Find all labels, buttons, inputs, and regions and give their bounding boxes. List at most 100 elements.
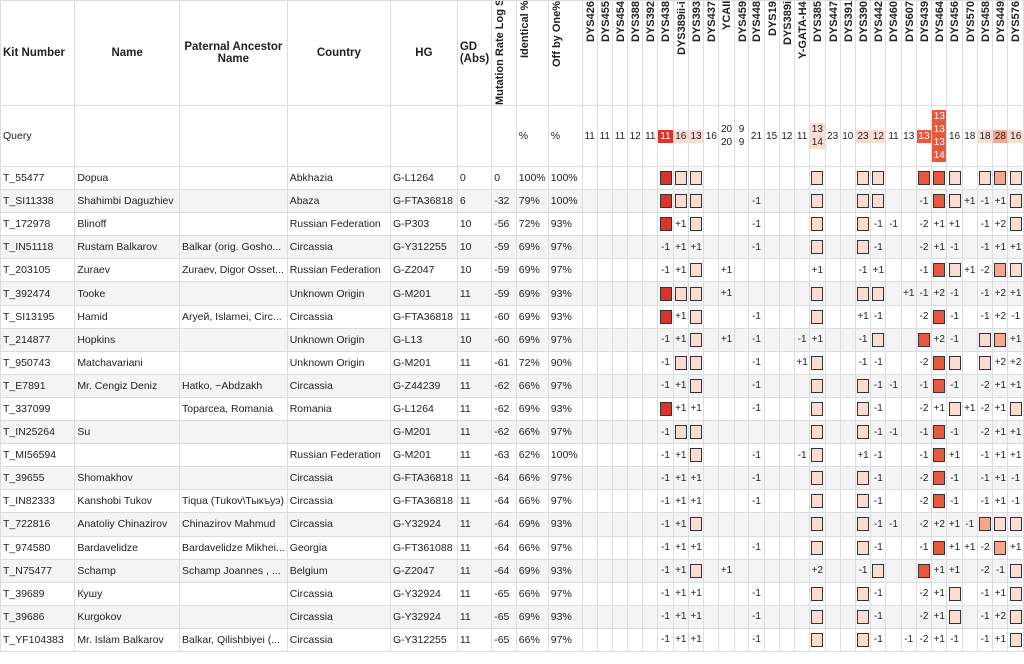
col-header-marker[interactable]: DYS456 [946,0,963,106]
marker-diff-cell [885,350,902,375]
result-row[interactable]: T_974580 Bardavelidze Bardavelidze Mikhei.… [0,535,1024,560]
col-header-marker[interactable]: Y-GATA-H4 [793,0,811,106]
hg-cell: G-P303 [390,212,458,237]
col-header-marker[interactable]: DYS392 [642,0,659,106]
result-row[interactable]: T_39655 Shomakhov Circassia G-FTA36818 11 -64… [0,466,1024,491]
marker-diff-cell: -1 [976,212,994,237]
col-header-marker[interactable]: DYS438 [657,0,674,106]
query-marker-value: 12 [627,105,644,167]
col-header-marker[interactable]: DYS448 [748,0,765,106]
result-row[interactable]: T_337099 Toparcea, Romania Romania G-L1264 1… [0,396,1024,422]
marker-diff-cell [854,627,872,652]
col-header-marker[interactable]: DYS389i [778,0,795,106]
result-row[interactable]: T_950743 Matchavariani Unknown Origin G-M20… [0,350,1024,375]
col-header-marker[interactable]: DYS455 [596,0,613,106]
result-row[interactable]: T_392474 Tooke Unknown Origin G-M201 11 -59 69… [0,281,1024,306]
result-row[interactable]: T_IN51118 Rustam Balkarov Balkar (orig. Go… [0,235,1024,260]
col-header-marker[interactable]: DYS389ii-i [672,0,689,106]
kit-number-cell: T_337099 [0,396,76,422]
col-header-marker[interactable]: DYS391 [839,0,856,106]
col-header-marker[interactable]: DYS447 [824,0,841,106]
marker-diff-cell [581,350,598,375]
marker-diff-cell [642,235,659,260]
col-header-hg[interactable]: HG [390,0,458,106]
gd-cell: 10 [456,258,493,283]
col-header-country[interactable]: Country [286,0,392,106]
result-row[interactable]: T_214877 Hopkins Unknown Origin G-L13 10 -60 6… [0,327,1024,352]
result-row[interactable]: T_722816 Anatoliy Chinazirov Chinazirov Ma… [0,512,1024,537]
col-header-marker[interactable]: DYS460 [885,0,902,106]
gd-cell: 10 [456,235,493,260]
col-header-kit-number[interactable]: Kit Number [0,0,76,106]
marker-diff-cell [657,304,674,329]
marker-diff-cell [703,189,720,214]
marker-diff-cell [839,466,856,491]
result-row[interactable]: T_39686 Kurgokov Circassia G-Y32924 11 -65 69%… [0,604,1024,629]
marker-diff-cell [718,235,735,260]
col-header-marker[interactable]: DYS607 [900,0,917,106]
match-box [811,632,824,647]
marker-diff-cell [763,558,780,583]
marker-diff-cell [687,350,705,375]
marker-diff-cell [748,512,765,537]
col-header-off-by-one[interactable]: Off by One% [547,0,583,106]
col-header-marker[interactable]: DYS426 [581,0,598,106]
marker-diff-cell [763,396,780,422]
match-box [917,171,930,186]
col-header-mutation-rate[interactable]: Mutation Rate Log Sum [491,0,517,106]
col-header-marker[interactable]: DYS437 [703,0,720,106]
country-cell: Romania [286,396,392,422]
result-row[interactable]: T_YF104383 Mr. Islam Balkarov Balkar, Qili… [0,627,1024,652]
marker-diff-cell [748,558,765,583]
col-header-marker[interactable]: DYS458 [976,0,994,106]
col-header-marker[interactable]: DYS570 [961,0,978,106]
country-cell [286,420,392,445]
result-row[interactable]: T_E7891 Mr. Cengiz Deniz Hatko, ~Abdzakh Ci… [0,373,1024,398]
marker-diff-cell [627,581,644,606]
col-header-marker[interactable]: DYS442 [870,0,887,106]
result-row[interactable]: T_39689 Кушу Circassia G-Y32924 11 -65 66% 97% -… [0,581,1024,606]
marker-diff-cell: +1 [718,258,735,283]
col-header-marker[interactable]: DYS449 [992,0,1009,106]
marker-diff-cell [793,396,811,422]
result-row[interactable]: T_172978 Blinoff Russian Federation G-P303 1… [0,212,1024,237]
result-row[interactable]: T_MI56594 Russian Federation G-M201 11 -63 62… [0,443,1024,468]
col-header-identical[interactable]: Identical % [515,0,549,106]
match-box [1009,586,1022,601]
result-row[interactable]: T_SI13195 Hamid Аrуей, Islamei, Circ... Cir… [0,304,1024,329]
result-row[interactable]: T_IN82333 Kanshobi Tukov Tiqua (Tukov\Тыкъ… [0,489,1024,514]
col-header-marker[interactable]: DYS454 [611,0,629,106]
marker-diff-cell: -1 [976,581,994,606]
hg-cell: G-FT361088 [390,535,458,560]
col-header-paternal-ancestor[interactable]: Paternal Ancestor Name [178,0,288,106]
mutation-rate-cell: -63 [491,443,517,468]
result-row[interactable]: T_IN25264 Su G-M201 11 -62 66% 97% -1 -1 -1 -1 -1 -2… [0,420,1024,445]
col-header-gd[interactable]: GD (Abs) [456,0,493,106]
col-header-marker[interactable]: DYS393 [687,0,705,106]
marker-diff-cell [642,373,659,398]
marker-diff-cell [581,212,598,237]
match-box [690,171,703,186]
col-header-marker[interactable]: DYS19 [763,0,780,106]
marker-diff-cell [642,466,659,491]
col-header-marker[interactable]: DYS464 [931,0,948,106]
col-header-marker[interactable]: DYS390 [854,0,872,106]
col-header-marker[interactable]: DYS576 [1007,0,1024,106]
col-header-marker[interactable]: YCAII [718,0,735,106]
col-header-marker[interactable]: DYS388 [627,0,644,106]
result-row[interactable]: T_55477 Dopua Abkhazia G-L1264 0 0 100% 100% [0,165,1024,191]
result-row[interactable]: T_203105 Zuraev Zuraev, Digor Osset... Russ… [0,258,1024,283]
col-header-marker[interactable]: DYS439 [915,0,933,106]
col-header-name[interactable]: Name [74,0,180,106]
query-empty-cell [178,105,288,167]
result-row[interactable]: T_SI11338 Shahimbi Daguzhiev Abaza G-FTA368… [0,189,1024,214]
result-row[interactable]: T_N75477 Schamp Schamp Joannes , ... Belgiu… [0,558,1024,583]
ancestor-cell [178,165,288,191]
marker-diff-cell [763,189,780,214]
marker-diff-cell: -1 [870,466,887,491]
marker-diff-cell [611,189,629,214]
col-header-marker[interactable]: DYS385 [809,0,826,106]
col-header-marker[interactable]: DYS459 [733,0,750,106]
marker-diff-cell [793,165,811,191]
marker-diff-cell [839,235,856,260]
